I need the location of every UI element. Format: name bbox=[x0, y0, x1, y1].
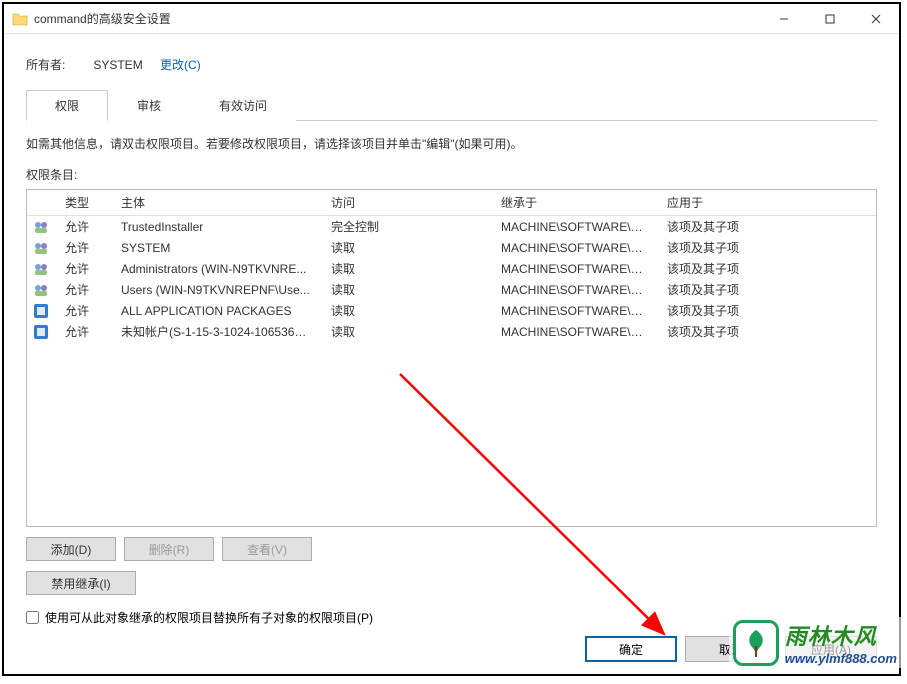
replace-children-label: 使用可从此对象继承的权限项目替换所有子对象的权限项目(P) bbox=[45, 609, 373, 626]
cell-applies: 该项及其子项 bbox=[657, 281, 876, 298]
cell-principal: Administrators (WIN-N9TKVNRE... bbox=[111, 262, 321, 276]
info-text: 如需其他信息，请双击权限项目。若要修改权限项目，请选择该项目并单击"编辑"(如果… bbox=[26, 121, 877, 162]
cell-type: 允许 bbox=[55, 260, 111, 277]
ok-button[interactable]: 确定 bbox=[585, 636, 677, 662]
col-applies[interactable]: 应用于 bbox=[657, 194, 876, 211]
owner-label: 所有者: bbox=[26, 56, 65, 73]
col-type[interactable]: 类型 bbox=[55, 194, 111, 211]
cell-principal: 未知帐户(S-1-15-3-1024-1065365... bbox=[111, 323, 321, 340]
remove-button[interactable]: 删除(R) bbox=[124, 537, 214, 561]
cell-type: 允许 bbox=[55, 323, 111, 340]
cell-inherited: MACHINE\SOFTWARE\Cl... bbox=[491, 241, 657, 255]
cell-access: 读取 bbox=[321, 239, 491, 256]
replace-children-checkbox[interactable] bbox=[26, 611, 39, 624]
permissions-list[interactable]: 类型 主体 访问 继承于 应用于 允许TrustedInstaller完全控制M… bbox=[26, 189, 877, 527]
minimize-button[interactable] bbox=[761, 4, 807, 34]
cell-applies: 该项及其子项 bbox=[657, 323, 876, 340]
principal-icon bbox=[27, 303, 55, 319]
principal-icon bbox=[27, 324, 55, 340]
cell-type: 允许 bbox=[55, 239, 111, 256]
cell-inherited: MACHINE\SOFTWARE\Cl... bbox=[491, 262, 657, 276]
watermark-logo-icon bbox=[733, 620, 779, 666]
action-buttons: 添加(D) 删除(R) 查看(V) bbox=[26, 537, 877, 561]
list-header: 类型 主体 访问 继承于 应用于 bbox=[27, 190, 876, 216]
principal-icon bbox=[27, 261, 55, 277]
table-row[interactable]: 允许Users (WIN-N9TKVNREPNF\Use...读取MACHINE… bbox=[27, 279, 876, 300]
cell-inherited: MACHINE\SOFTWARE\Cl... bbox=[491, 304, 657, 318]
cell-access: 完全控制 bbox=[321, 218, 491, 235]
cell-type: 允许 bbox=[55, 281, 111, 298]
cell-type: 允许 bbox=[55, 302, 111, 319]
table-row[interactable]: 允许SYSTEM读取MACHINE\SOFTWARE\Cl...该项及其子项 bbox=[27, 237, 876, 258]
owner-change-link[interactable]: 更改(C) bbox=[160, 58, 201, 72]
owner-value: SYSTEM bbox=[93, 58, 142, 72]
window-title: command的高级安全设置 bbox=[34, 10, 171, 27]
cell-principal: Users (WIN-N9TKVNREPNF\Use... bbox=[111, 283, 321, 297]
col-principal[interactable]: 主体 bbox=[111, 194, 321, 211]
cell-principal: SYSTEM bbox=[111, 241, 321, 255]
cell-applies: 该项及其子项 bbox=[657, 218, 876, 235]
tab-permissions[interactable]: 权限 bbox=[26, 90, 108, 121]
principal-icon bbox=[27, 282, 55, 298]
cell-applies: 该项及其子项 bbox=[657, 239, 876, 256]
col-inherited[interactable]: 继承于 bbox=[491, 194, 657, 211]
disable-inheritance-button[interactable]: 禁用继承(I) bbox=[26, 571, 136, 595]
table-row[interactable]: 允许未知帐户(S-1-15-3-1024-1065365...读取MACHINE… bbox=[27, 321, 876, 342]
tab-effective[interactable]: 有效访问 bbox=[190, 90, 296, 121]
table-row[interactable]: 允许ALL APPLICATION PACKAGES读取MACHINE\SOFT… bbox=[27, 300, 876, 321]
watermark-text-cn: 雨林木风 bbox=[785, 619, 897, 651]
entries-label: 权限条目: bbox=[26, 162, 877, 189]
watermark: 雨林木风 www.ylmf888.com bbox=[729, 617, 901, 668]
cell-access: 读取 bbox=[321, 281, 491, 298]
close-button[interactable] bbox=[853, 4, 899, 34]
cell-applies: 该项及其子项 bbox=[657, 302, 876, 319]
table-row[interactable]: 允许Administrators (WIN-N9TKVNRE...读取MACHI… bbox=[27, 258, 876, 279]
maximize-button[interactable] bbox=[807, 4, 853, 34]
cell-access: 读取 bbox=[321, 323, 491, 340]
principal-icon bbox=[27, 240, 55, 256]
principal-icon bbox=[27, 219, 55, 235]
tab-auditing[interactable]: 审核 bbox=[108, 90, 190, 121]
cell-inherited: MACHINE\SOFTWARE\Cl... bbox=[491, 283, 657, 297]
view-button[interactable]: 查看(V) bbox=[222, 537, 312, 561]
cell-type: 允许 bbox=[55, 218, 111, 235]
owner-row: 所有者: SYSTEM 更改(C) bbox=[26, 48, 877, 87]
cell-principal: ALL APPLICATION PACKAGES bbox=[111, 304, 321, 318]
cell-access: 读取 bbox=[321, 260, 491, 277]
titlebar: command的高级安全设置 bbox=[4, 4, 899, 34]
cell-applies: 该项及其子项 bbox=[657, 260, 876, 277]
window-controls bbox=[761, 4, 899, 34]
cell-inherited: MACHINE\SOFTWARE\Cl... bbox=[491, 220, 657, 234]
cell-inherited: MACHINE\SOFTWARE\Cl... bbox=[491, 325, 657, 339]
cell-access: 读取 bbox=[321, 302, 491, 319]
watermark-text-url: www.ylmf888.com bbox=[785, 651, 897, 666]
cell-principal: TrustedInstaller bbox=[111, 220, 321, 234]
tabs: 权限 审核 有效访问 bbox=[26, 89, 877, 121]
folder-icon bbox=[12, 12, 28, 26]
table-row[interactable]: 允许TrustedInstaller完全控制MACHINE\SOFTWARE\C… bbox=[27, 216, 876, 237]
col-access[interactable]: 访问 bbox=[321, 194, 491, 211]
add-button[interactable]: 添加(D) bbox=[26, 537, 116, 561]
